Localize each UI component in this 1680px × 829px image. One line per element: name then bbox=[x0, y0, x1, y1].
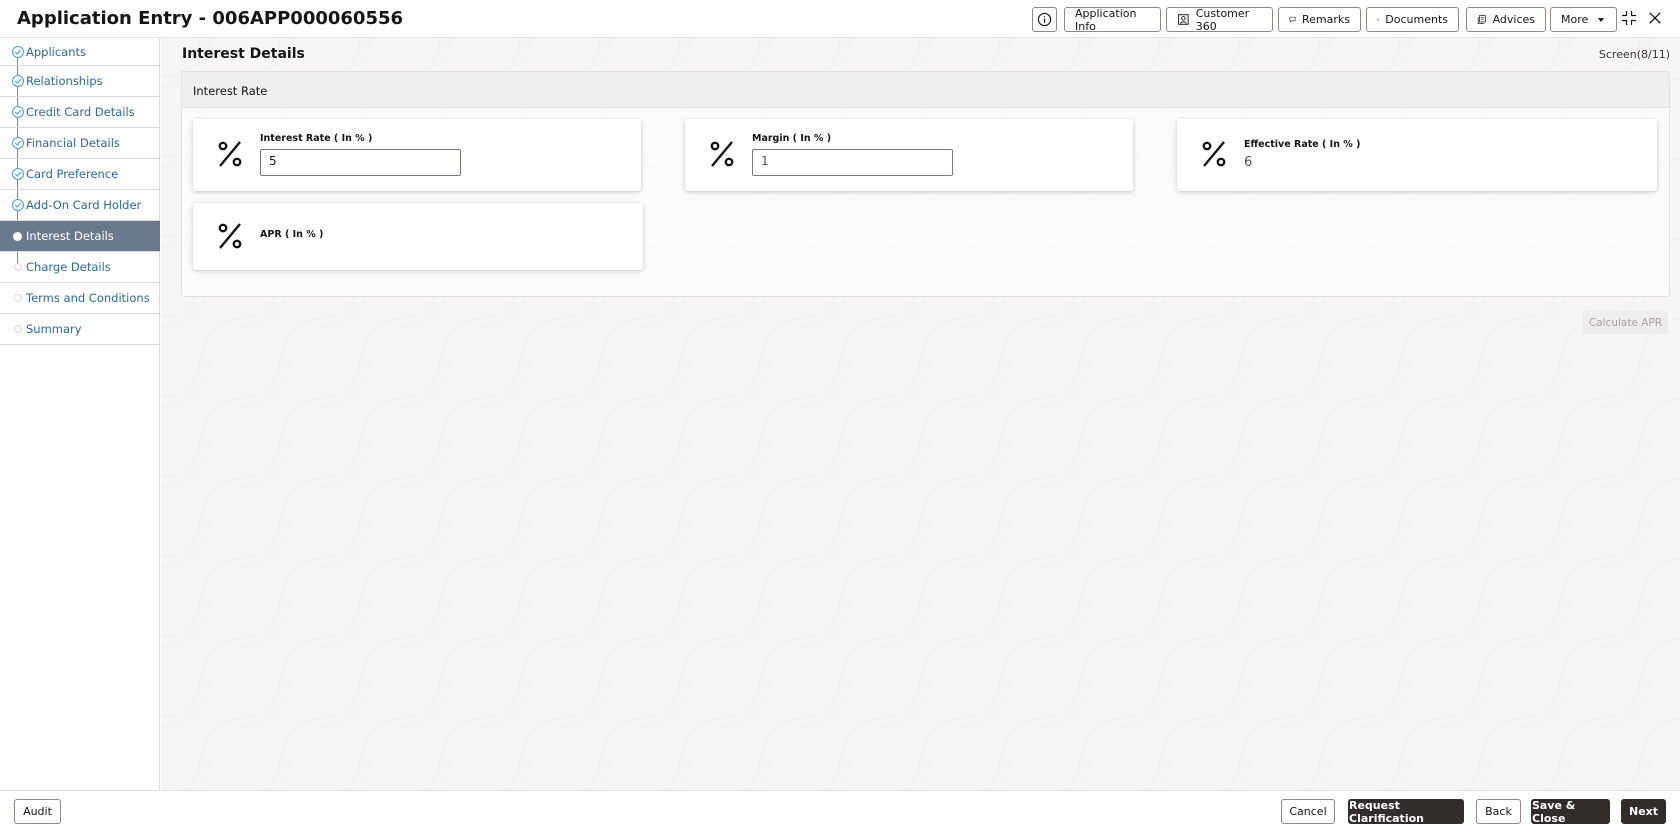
cancel-button[interactable]: Cancel bbox=[1281, 799, 1335, 824]
interest-rate-section: Interest Rate Interest Rate ( In % ) 5 M… bbox=[181, 71, 1670, 297]
close-button[interactable] bbox=[1645, 8, 1665, 28]
apr-card: APR ( In % ) bbox=[193, 203, 643, 270]
advices-label: Advices bbox=[1492, 13, 1535, 26]
sidebar-item-summary[interactable]: Summary bbox=[0, 314, 160, 345]
sidebar-item-interest-details[interactable]: Interest Details bbox=[0, 221, 160, 252]
person-card-icon bbox=[1178, 14, 1189, 25]
step-navigation: Applicants Relationships Credit Card Det… bbox=[0, 38, 160, 829]
sidebar-item-charge-details[interactable]: Charge Details bbox=[0, 252, 160, 283]
sidebar-item-label: Card Preference bbox=[26, 167, 119, 181]
check-icon bbox=[12, 168, 24, 180]
audit-button[interactable]: Audit bbox=[14, 799, 61, 824]
documents-button[interactable]: Documents bbox=[1366, 7, 1459, 32]
documents-icon bbox=[1377, 18, 1379, 21]
sidebar-item-label: Terms and Conditions bbox=[26, 291, 150, 305]
sidebar-item-label: Add-On Card Holder bbox=[26, 198, 142, 212]
collapse-button[interactable] bbox=[1619, 8, 1639, 28]
calculate-apr-button[interactable]: Calculate APR bbox=[1583, 311, 1668, 334]
check-icon bbox=[12, 75, 24, 87]
sidebar-item-terms-and-conditions[interactable]: Terms and Conditions bbox=[0, 283, 160, 314]
sidebar-item-credit-card-details[interactable]: Credit Card Details bbox=[0, 97, 160, 128]
percent-icon bbox=[218, 223, 242, 249]
effective-rate-value: 6 bbox=[1244, 155, 1253, 170]
pending-step-dot bbox=[14, 294, 22, 302]
interest-rate-card: Interest Rate ( In % ) 5 bbox=[193, 119, 641, 191]
chevron-down-icon bbox=[1597, 17, 1605, 22]
more-label: More bbox=[1561, 13, 1589, 26]
advices-icon bbox=[1477, 15, 1486, 24]
section-title: Interest Rate bbox=[182, 72, 1669, 108]
check-icon bbox=[12, 199, 24, 211]
margin-input[interactable]: 1 bbox=[752, 149, 953, 176]
check-icon bbox=[12, 106, 24, 118]
margin-label: Margin ( In % ) bbox=[752, 133, 832, 144]
info-button[interactable] bbox=[1032, 7, 1057, 32]
sidebar-item-label: Relationships bbox=[26, 74, 103, 88]
documents-label: Documents bbox=[1385, 13, 1448, 26]
check-icon bbox=[12, 137, 24, 149]
footer-bar: Audit Cancel Request Clarification Back … bbox=[0, 790, 1680, 829]
sidebar-item-label: Applicants bbox=[26, 44, 87, 59]
current-step-dot bbox=[13, 231, 22, 241]
percent-icon bbox=[218, 141, 242, 167]
percent-icon bbox=[710, 141, 734, 167]
margin-card: Margin ( In % ) 1 bbox=[685, 119, 1133, 191]
effective-rate-card: Effective Rate ( In % ) 6 bbox=[1177, 119, 1657, 191]
remarks-button[interactable]: Remarks bbox=[1278, 7, 1361, 32]
sidebar-item-add-on-card-holder[interactable]: Add-On Card Holder bbox=[0, 190, 160, 221]
sidebar-item-applicants[interactable]: Applicants bbox=[0, 38, 160, 66]
page-header-title: Application Entry - 006APP000060556 bbox=[17, 8, 404, 29]
save-and-close-button[interactable]: Save & Close bbox=[1531, 799, 1610, 825]
sidebar-item-relationships[interactable]: Relationships bbox=[0, 66, 160, 97]
customer-360-label: Customer 360 bbox=[1195, 6, 1250, 33]
request-clarification-button[interactable]: Request Clarification bbox=[1348, 799, 1464, 825]
effective-rate-label: Effective Rate ( In % ) bbox=[1244, 139, 1361, 150]
sidebar-item-label: Financial Details bbox=[26, 136, 120, 150]
interest-rate-input[interactable]: 5 bbox=[260, 149, 461, 176]
chat-icon bbox=[1289, 16, 1296, 23]
page-title: Interest Details bbox=[182, 46, 305, 62]
customer-360-button[interactable]: Customer 360 bbox=[1166, 6, 1273, 33]
apr-label: APR ( In % ) bbox=[260, 229, 324, 240]
sidebar-item-financial-details[interactable]: Financial Details bbox=[0, 128, 160, 159]
percent-icon bbox=[1202, 141, 1226, 167]
sidebar-item-label: Summary bbox=[26, 322, 82, 336]
pending-step-dot bbox=[14, 263, 22, 271]
sidebar-item-label: Charge Details bbox=[26, 260, 111, 274]
remarks-label: Remarks bbox=[1302, 13, 1350, 26]
application-info-label: Application Info bbox=[1075, 6, 1137, 33]
sidebar-item-label: Interest Details bbox=[26, 229, 114, 243]
sidebar-item-card-preference[interactable]: Card Preference bbox=[0, 159, 160, 190]
interest-rate-label: Interest Rate ( In % ) bbox=[260, 133, 373, 144]
screen-counter: Screen(8/11) bbox=[1598, 48, 1670, 61]
check-icon bbox=[12, 45, 24, 58]
main-content: Interest Details Screen(8/11) Interest R… bbox=[161, 38, 1680, 790]
next-button[interactable]: Next bbox=[1621, 799, 1666, 824]
pending-step-dot bbox=[14, 325, 22, 333]
close-icon bbox=[1649, 12, 1661, 24]
back-button[interactable]: Back bbox=[1476, 799, 1521, 824]
more-dropdown[interactable]: More bbox=[1550, 7, 1617, 32]
info-icon bbox=[1037, 12, 1052, 27]
app-header: Application Entry - 006APP000060556 Appl… bbox=[0, 0, 1680, 38]
advices-button[interactable]: Advices bbox=[1466, 7, 1546, 32]
collapse-icon bbox=[1622, 11, 1636, 25]
sidebar-item-label: Credit Card Details bbox=[26, 105, 135, 119]
application-info-button[interactable]: Application Info bbox=[1064, 6, 1161, 33]
